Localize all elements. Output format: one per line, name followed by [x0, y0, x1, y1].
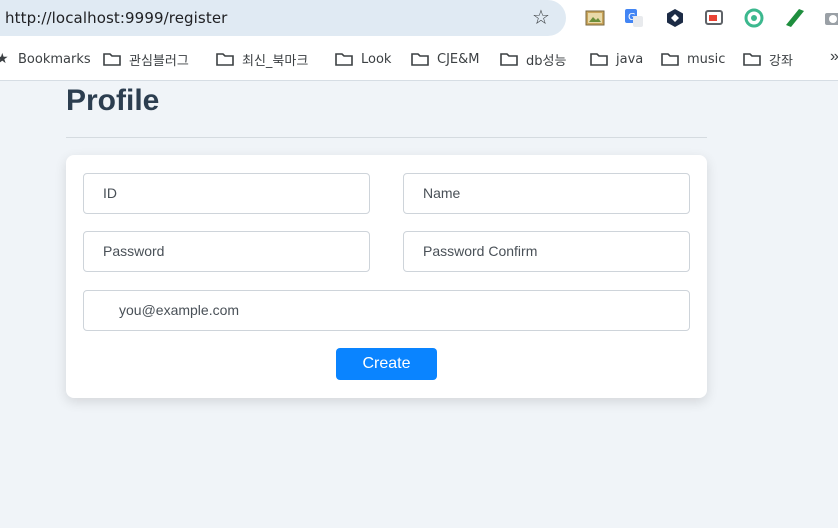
- openai-extension-icon[interactable]: [744, 8, 764, 28]
- camera-extension-icon[interactable]: [824, 8, 838, 28]
- hex-extension-icon[interactable]: [665, 8, 685, 28]
- bookmark-folder[interactable]: CJE&M: [411, 50, 479, 68]
- bookmark-label: 관심블러그: [129, 53, 189, 69]
- image-extension-icon[interactable]: [585, 8, 605, 28]
- folder-icon: [590, 53, 608, 66]
- name-input[interactable]: Name: [403, 173, 690, 214]
- bookmark-star-icon[interactable]: ☆: [530, 7, 552, 29]
- bookmark-bookmarks[interactable]: ★ Bookmarks: [0, 50, 91, 68]
- bookmark-folder[interactable]: 최신_북마크: [216, 50, 309, 69]
- bookmark-folder[interactable]: db성능: [500, 50, 567, 69]
- folder-icon: [216, 53, 234, 66]
- email-input[interactable]: you@example.com: [83, 290, 690, 331]
- create-button[interactable]: Create: [336, 348, 437, 380]
- password-confirm-input[interactable]: Password Confirm: [403, 231, 690, 272]
- folder-icon: [335, 53, 353, 66]
- bookmark-folder[interactable]: java: [590, 50, 643, 68]
- bookmark-folder[interactable]: music: [661, 50, 725, 68]
- address-bar-url[interactable]: http://localhost:9999/register: [5, 9, 227, 27]
- browser-toolbar: http://localhost:9999/register ☆ G: [0, 0, 838, 36]
- pen-extension-icon[interactable]: [785, 8, 805, 28]
- password-input[interactable]: Password: [83, 231, 370, 272]
- folder-icon: [500, 53, 518, 66]
- bookmark-folder[interactable]: 강좌: [743, 50, 793, 69]
- cast-extension-icon[interactable]: [704, 8, 724, 28]
- bookmark-label: Bookmarks: [18, 51, 91, 67]
- page-title: Profile: [66, 84, 160, 117]
- folder-icon: [103, 53, 121, 66]
- folder-icon: [661, 53, 679, 66]
- bookmark-folder[interactable]: Look: [335, 50, 391, 68]
- bookmark-label: java: [616, 51, 644, 67]
- folder-icon: [743, 53, 761, 66]
- address-bar[interactable]: http://localhost:9999/register ☆: [0, 0, 566, 36]
- translate-extension-icon[interactable]: G: [624, 8, 644, 28]
- bookmark-label: Look: [361, 51, 392, 67]
- bookmark-folder[interactable]: 관심블러그: [103, 50, 189, 69]
- bookmarks-star-icon: ★: [0, 51, 9, 67]
- id-input[interactable]: ID: [83, 173, 370, 214]
- title-divider: [66, 137, 707, 138]
- bookmarks-bar: ★ Bookmarks 관심블러그 최신_북마크 Look CJE&M db성능…: [0, 36, 838, 81]
- more-bookmarks-button[interactable]: »: [830, 48, 838, 66]
- folder-icon: [411, 53, 429, 66]
- bookmark-label: 최신_북마크: [242, 53, 309, 69]
- bookmark-label: 강좌: [769, 53, 793, 69]
- bookmark-label: music: [687, 51, 726, 67]
- bookmark-label: CJE&M: [437, 51, 480, 67]
- register-form-card: ID Name Password Password Confirm you@ex…: [66, 155, 707, 398]
- bookmark-label: db성능: [526, 53, 567, 69]
